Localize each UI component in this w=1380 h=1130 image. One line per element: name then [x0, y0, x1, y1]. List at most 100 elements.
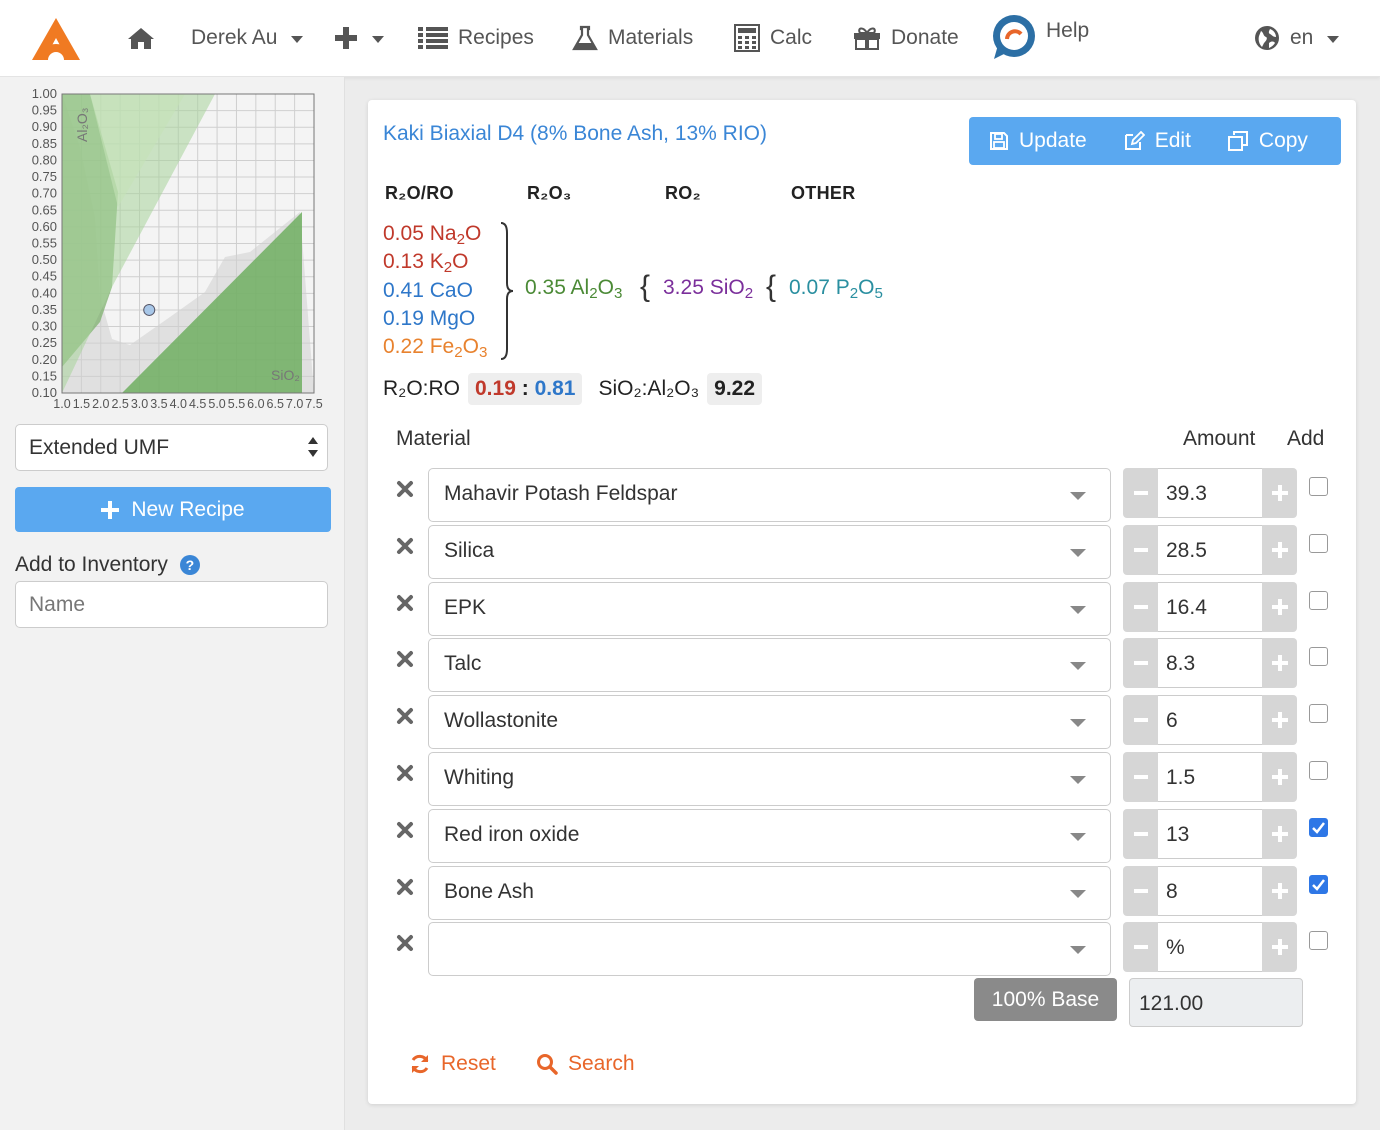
amount-input[interactable]: % [1158, 922, 1262, 973]
decrement-button[interactable] [1123, 695, 1158, 746]
new-recipe-button[interactable]: New Recipe [15, 487, 331, 532]
x-tick-label: 6.5 [267, 397, 284, 411]
decrement-button[interactable] [1123, 752, 1158, 802]
amount-input[interactable]: 13 [1158, 808, 1262, 859]
copy-button[interactable]: Copy [1209, 117, 1326, 165]
reset-label: Reset [441, 1052, 496, 1075]
header-ro2: RO₂ [665, 183, 701, 203]
amount-input[interactable]: 8 [1158, 865, 1262, 916]
increment-button[interactable] [1262, 922, 1297, 973]
increment-button[interactable] [1262, 638, 1297, 689]
add-checkbox[interactable] [1309, 533, 1328, 553]
base-total: 121.00 [1129, 978, 1303, 1027]
display-mode-value: Extended UMF [29, 436, 170, 459]
decrement-button[interactable] [1123, 581, 1158, 632]
increment-button[interactable] [1262, 695, 1297, 746]
recipe-point[interactable] [143, 303, 156, 316]
sio2-value: 3.25 SiO2 [663, 276, 754, 303]
remove-icon[interactable] [396, 480, 414, 498]
remove-icon[interactable] [396, 537, 414, 555]
add-checkbox[interactable] [1309, 817, 1328, 837]
y-tick-label: 0.85 [32, 136, 57, 151]
search-button[interactable]: Search [536, 1052, 635, 1076]
increment-button[interactable] [1262, 581, 1297, 632]
reset-button[interactable]: Reset [409, 1052, 496, 1076]
home-link[interactable] [127, 20, 155, 56]
inventory-name-input[interactable]: Name [15, 581, 328, 628]
amount-input[interactable]: 6 [1158, 695, 1262, 746]
material-select[interactable]: Whiting [428, 752, 1111, 806]
edit-button[interactable]: Edit [1105, 117, 1209, 165]
x-tick-label: 3.5 [150, 397, 167, 411]
add-checkbox[interactable] [1309, 874, 1328, 894]
update-button[interactable]: Update [969, 117, 1105, 165]
decrement-button[interactable] [1123, 638, 1158, 689]
amount-input[interactable]: 16.4 [1158, 581, 1262, 632]
increment-button[interactable] [1262, 524, 1297, 575]
material-select[interactable]: Mahavir Potash Feldspar [428, 468, 1111, 522]
material-select[interactable]: EPK [428, 581, 1111, 636]
recipe-title[interactable]: Kaki Biaxial D4 (8% Bone Ash, 13% RIO) [383, 122, 767, 146]
add-menu[interactable] [334, 20, 384, 56]
user-menu[interactable]: Derek Au [191, 20, 304, 56]
decrement-button[interactable] [1123, 922, 1158, 973]
material-row: % [368, 922, 1356, 977]
material-select[interactable]: Bone Ash [428, 865, 1111, 920]
remove-icon[interactable] [396, 650, 414, 668]
col-amount: Amount [1183, 427, 1256, 450]
ratio-row: R₂O:RO 0.19 : 0.81 SiO₂:Al₂O₃ 9.22 [383, 372, 763, 406]
add-checkbox[interactable] [1309, 590, 1328, 610]
remove-icon[interactable] [396, 707, 414, 725]
add-checkbox[interactable] [1309, 761, 1328, 780]
add-checkbox[interactable] [1309, 647, 1328, 667]
decrement-button[interactable] [1123, 808, 1158, 859]
calc-link[interactable]: Calc [734, 20, 812, 56]
remove-icon[interactable] [396, 934, 414, 952]
add-checkbox[interactable] [1309, 477, 1328, 496]
copy-icon [1227, 131, 1248, 151]
recipes-link[interactable]: Recipes [418, 20, 534, 56]
add-checkbox[interactable] [1309, 704, 1328, 724]
material-select[interactable]: Wollastonite [428, 695, 1111, 750]
increment-button[interactable] [1262, 808, 1297, 859]
decrement-button[interactable] [1123, 865, 1158, 916]
remove-icon[interactable] [396, 878, 414, 896]
chevron-down-icon [1070, 889, 1086, 898]
material-select[interactable]: Talc [428, 638, 1111, 693]
help-icon[interactable]: ? [179, 555, 200, 575]
remove-icon[interactable] [396, 594, 414, 612]
base-100-button[interactable]: 100% Base [974, 978, 1117, 1021]
language-menu[interactable]: en [1254, 20, 1340, 56]
decrement-button[interactable] [1123, 468, 1158, 518]
increment-button[interactable] [1262, 468, 1297, 518]
p2o5-value: 0.07 P2O5 [789, 276, 883, 303]
amount-input[interactable]: 28.5 [1158, 524, 1262, 575]
amount-stepper: 16.4 [1123, 581, 1297, 632]
logo-icon[interactable] [30, 16, 82, 62]
language-label: en [1290, 26, 1314, 49]
flux-item: 0.19 MgO [383, 306, 476, 330]
material-select[interactable]: Red iron oxide [428, 808, 1111, 863]
plus-icon [1271, 655, 1288, 672]
remove-icon[interactable] [396, 821, 414, 839]
x-tick-label: 6.0 [247, 397, 264, 411]
help-link[interactable]: Help [990, 12, 1089, 62]
decrement-button[interactable] [1123, 524, 1158, 575]
increment-button[interactable] [1262, 752, 1297, 802]
add-checkbox[interactable] [1309, 931, 1328, 951]
plus-icon [1271, 541, 1288, 558]
donate-link[interactable]: Donate [853, 20, 959, 56]
x-tick-label: 1.0 [53, 397, 70, 411]
remove-icon[interactable] [396, 764, 414, 782]
material-select[interactable]: Silica [428, 524, 1111, 579]
new-recipe-label: New Recipe [131, 497, 245, 521]
material-select[interactable] [428, 922, 1111, 977]
chevron-down-icon [1070, 832, 1086, 841]
materials-link[interactable]: Materials [572, 20, 693, 56]
display-mode-select[interactable]: Extended UMF [15, 424, 328, 471]
amount-input[interactable]: 8.3 [1158, 638, 1262, 689]
amount-input[interactable]: 1.5 [1158, 752, 1262, 802]
amount-stepper: 39.3 [1123, 468, 1297, 518]
amount-input[interactable]: 39.3 [1158, 468, 1262, 518]
increment-button[interactable] [1262, 865, 1297, 916]
